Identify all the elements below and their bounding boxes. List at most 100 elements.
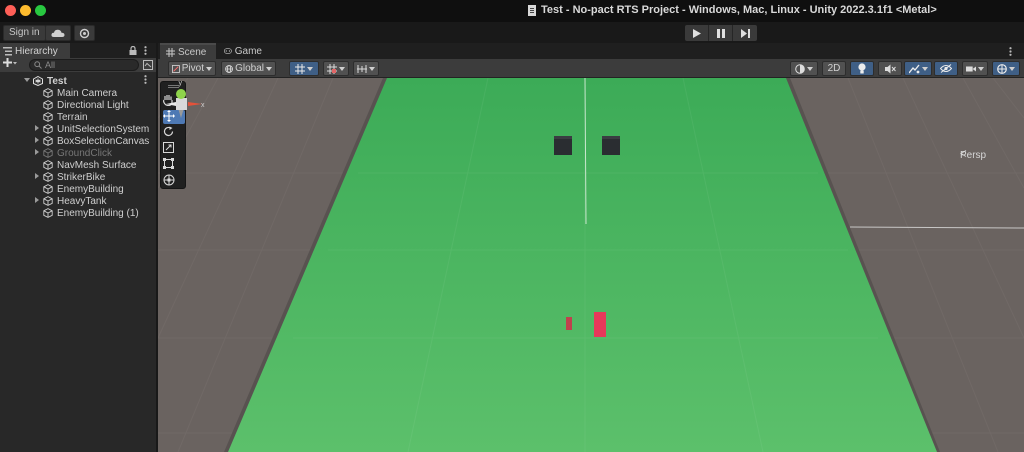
hierarchy-item[interactable]: Main Camera (43, 87, 117, 99)
tab-scene[interactable]: Scene (160, 43, 216, 59)
cloud-button[interactable] (45, 25, 71, 41)
scene-expand-arrow-icon[interactable] (24, 78, 30, 82)
maximize-window-button[interactable] (35, 5, 46, 16)
services-button[interactable] (74, 25, 95, 41)
tab-game-label: Game (234, 45, 262, 57)
gizmo-x-letter: x (201, 102, 205, 109)
perspective-icon (960, 150, 967, 157)
projection-toggle[interactable]: Persp (960, 150, 986, 161)
gameobject-cube-icon (43, 112, 53, 122)
hierarchy-item-label: StrikerBike (57, 171, 106, 183)
gizmo-x-arrow-icon[interactable] (188, 102, 202, 106)
title-bar: Test - No-pact RTS Project - Windows, Ma… (0, 0, 1024, 22)
add-object-button[interactable] (3, 58, 17, 71)
gameobject-cube-icon (43, 136, 53, 146)
globe-icon (225, 64, 233, 73)
gizmos-caret-icon (1009, 66, 1015, 71)
close-window-button[interactable] (5, 5, 16, 16)
scale-tool-button[interactable] (163, 142, 185, 156)
gameobject-cube-icon (43, 88, 53, 98)
document-icon (528, 4, 536, 16)
more-options-icon[interactable] (144, 46, 147, 55)
camera-icon (966, 66, 976, 71)
expand-arrow-icon[interactable] (35, 197, 39, 203)
unity-scene-icon (33, 76, 43, 86)
shading-mode-icon (795, 63, 805, 74)
snap-increment-icon (327, 63, 337, 74)
search-filter-icon[interactable] (143, 60, 153, 70)
grid-snap-icon (295, 63, 305, 74)
hierarchy-search-field[interactable]: All (29, 59, 139, 71)
gamepad-icon (224, 48, 232, 54)
effects-caret-icon (921, 66, 928, 71)
sign-in-button[interactable]: Sign in (3, 25, 46, 41)
hierarchy-item[interactable]: EnemyBuilding (43, 183, 124, 195)
camera-settings-dropdown[interactable] (962, 61, 988, 76)
effects-dropdown[interactable] (904, 61, 932, 76)
hierarchy-item[interactable]: GroundClick (43, 147, 112, 159)
hierarchy-item[interactable]: StrikerBike (43, 171, 105, 183)
striker-bike-unit[interactable] (566, 317, 572, 330)
hierarchy-item[interactable]: HeavyTank (43, 195, 106, 207)
rect-tool-button[interactable] (163, 158, 185, 172)
hierarchy-tab-bar: Hierarchy (0, 43, 156, 58)
gizmos-dropdown[interactable] (992, 61, 1020, 76)
hierarchy-item[interactable]: BoxSelectionCanvas (43, 135, 149, 147)
hierarchy-search-placeholder: All (45, 60, 56, 70)
expand-arrow-icon[interactable] (35, 173, 39, 179)
scene-more-icon[interactable] (144, 75, 147, 84)
hierarchy-item-label: Main Camera (57, 87, 118, 99)
gizmo-y-axis-handle[interactable] (176, 89, 186, 99)
global-caret-icon (266, 66, 272, 71)
increment-snap-button[interactable] (323, 61, 349, 76)
tab-game[interactable]: Game (218, 43, 268, 59)
lighting-toggle-button[interactable] (850, 61, 874, 76)
expand-arrow-icon[interactable] (35, 149, 39, 155)
global-dropdown[interactable]: Global (221, 61, 276, 76)
hierarchy-item[interactable]: NavMesh Surface (43, 159, 136, 171)
gizmo-globe-icon (997, 63, 1007, 74)
tab-scene-label: Scene (178, 46, 207, 58)
hierarchy-item[interactable]: Directional Light (43, 99, 129, 111)
enemy-building[interactable] (554, 138, 572, 155)
grid-snap-caret-icon (307, 66, 313, 71)
2d-toggle-button[interactable]: 2D (822, 61, 846, 76)
rect-transform-icon (163, 158, 174, 169)
hierarchy-item-label: UnitSelectionSystem (57, 123, 150, 135)
expand-arrow-icon[interactable] (35, 137, 39, 143)
hierarchy-item[interactable]: EnemyBuilding (1) (43, 207, 139, 219)
scene-canvas[interactable] (158, 78, 1024, 452)
gameobject-cube-icon (43, 160, 53, 170)
gizmo-center-cube[interactable] (176, 98, 187, 110)
audio-toggle-button[interactable] (878, 61, 902, 76)
pivot-caret-icon (206, 66, 212, 71)
lock-icon[interactable] (129, 46, 137, 55)
gameobject-cube-icon (43, 172, 53, 182)
gameobject-cube-icon (43, 148, 53, 158)
hierarchy-item-label: HeavyTank (57, 195, 107, 207)
hierarchy-item[interactable]: Terrain (43, 111, 88, 123)
step-button[interactable] (733, 25, 757, 41)
expand-arrow-icon[interactable] (35, 125, 39, 131)
scene-root-item[interactable]: Test (33, 75, 67, 87)
hierarchy-item-label: Directional Light (57, 99, 129, 111)
play-button[interactable] (685, 25, 709, 41)
audio-mute-icon (884, 64, 896, 73)
scene-viewport[interactable]: y x Persp (158, 78, 1024, 452)
tab-hierarchy[interactable]: Hierarchy (0, 43, 70, 58)
pivot-dropdown[interactable]: Pivot (168, 61, 216, 76)
draw-mode-dropdown[interactable] (790, 61, 818, 76)
hierarchy-item[interactable]: UnitSelectionSystem (43, 123, 149, 135)
minimize-window-button[interactable] (20, 5, 31, 16)
enemy-building-1[interactable] (602, 138, 620, 155)
scene-panel-more-icon[interactable] (1009, 47, 1012, 56)
gameobject-cube-icon (43, 208, 53, 218)
pause-button[interactable] (709, 25, 733, 41)
transform-tool-button[interactable] (163, 174, 185, 188)
heavy-tank-unit[interactable] (594, 312, 606, 337)
orientation-gizmo[interactable]: y x (158, 78, 218, 138)
align-tools-button[interactable] (353, 61, 379, 76)
grid-snapping-toggle[interactable] (289, 61, 319, 76)
scene-view-panel: Scene Game Pivot Global 2D y x Persp (158, 43, 1024, 452)
hidden-objects-toggle[interactable] (934, 61, 958, 76)
